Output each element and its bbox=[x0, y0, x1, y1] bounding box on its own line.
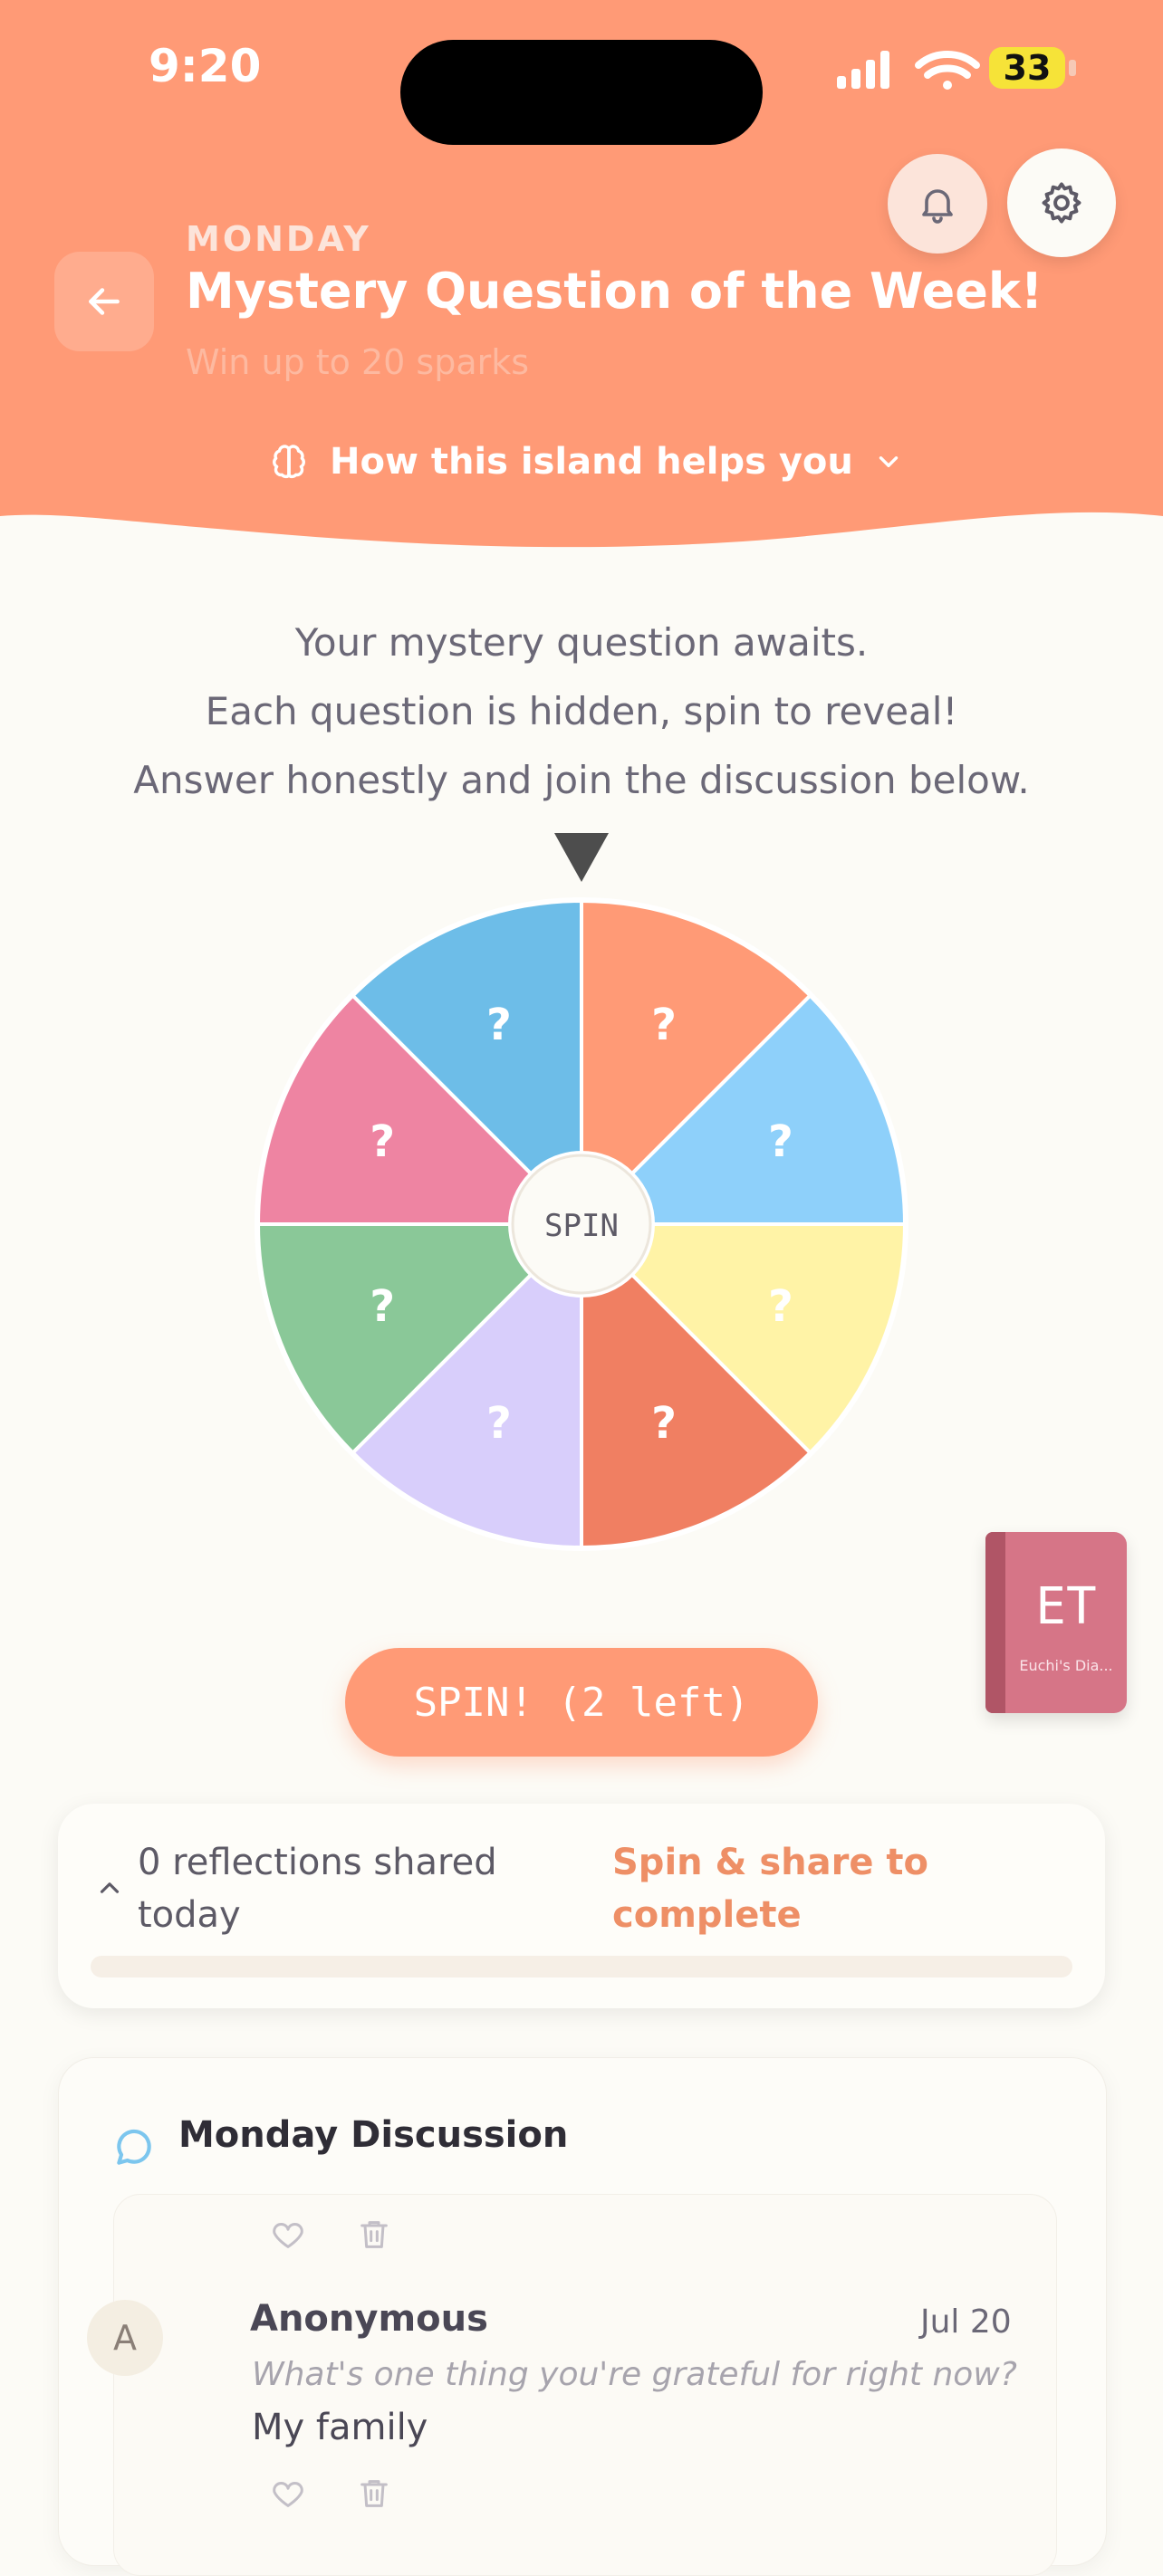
wheel-segment-label: ? bbox=[651, 1000, 677, 1050]
wheel-segment-label: ? bbox=[651, 1398, 677, 1449]
status-time: 9:20 bbox=[149, 40, 262, 92]
back-arrow-icon bbox=[89, 288, 120, 315]
chevron-down-icon bbox=[879, 456, 899, 467]
wheel-segment-label: ? bbox=[486, 1398, 512, 1449]
post-answer: My family bbox=[252, 2407, 428, 2448]
header: 9:20 33 MONDAY Mystery Question of the W… bbox=[0, 0, 1163, 552]
progress-track bbox=[91, 1956, 1072, 1977]
bell-icon bbox=[922, 189, 953, 224]
mystery-wheel[interactable]: ???????? SPIN bbox=[251, 826, 912, 1577]
heart-icon[interactable] bbox=[270, 2217, 306, 2253]
diary-book-button[interactable]: ET Euchi's Dia... bbox=[985, 1532, 1127, 1713]
wheel-segment-label: ? bbox=[486, 1000, 512, 1050]
dynamic-island bbox=[400, 40, 763, 145]
how-island-helps-label: How this island helps you bbox=[330, 441, 853, 483]
wheel-center-label: SPIN bbox=[544, 1208, 619, 1244]
signal-icon bbox=[837, 51, 889, 89]
brain-icon bbox=[273, 445, 305, 479]
page-subtitle: Win up to 20 sparks bbox=[186, 342, 530, 382]
book-name: Euchi's Dia... bbox=[1019, 1657, 1113, 1674]
intro-line: Each question is hidden, spin to reveal! bbox=[205, 689, 958, 733]
avatar: A bbox=[87, 2300, 163, 2376]
discussion-title: Monday Discussion bbox=[178, 2114, 569, 2156]
notifications-button[interactable] bbox=[888, 154, 987, 254]
post-author: Anonymous bbox=[250, 2298, 488, 2340]
battery-cap bbox=[1069, 60, 1076, 76]
page-title: Mystery Question of the Week! bbox=[186, 263, 1043, 320]
post-question: What's one thing you're grateful for rig… bbox=[252, 2356, 1017, 2393]
completion-status: Spin & share to complete bbox=[612, 1842, 929, 1936]
gear-icon bbox=[1042, 182, 1081, 224]
intro-line: Your mystery question awaits. bbox=[294, 620, 869, 665]
post-date: Jul 20 bbox=[920, 2303, 1012, 2341]
wheel-segment-label: ? bbox=[768, 1116, 793, 1167]
wheel-segment-label: ? bbox=[370, 1281, 395, 1332]
wifi-icon bbox=[915, 51, 980, 90]
wheel-segment-label: ? bbox=[768, 1281, 793, 1332]
chevron-up-icon[interactable] bbox=[94, 1872, 125, 1903]
book-spine bbox=[985, 1532, 1005, 1713]
book-initials: ET bbox=[1035, 1577, 1097, 1636]
chat-bubble-icon bbox=[117, 2129, 151, 2165]
wheel-center-button[interactable]: SPIN bbox=[508, 1151, 655, 1298]
battery-level: 33 bbox=[989, 47, 1065, 89]
how-island-helps-toggle[interactable]: How this island helps you bbox=[268, 435, 904, 489]
reflections-count: 0 reflections shared today bbox=[138, 1842, 497, 1936]
reflections-progress-card[interactable]: 0 reflections shared today Spin & share … bbox=[58, 1804, 1105, 2008]
trash-icon[interactable] bbox=[356, 2475, 392, 2512]
day-label: MONDAY bbox=[186, 219, 371, 259]
intro-text: Your mystery question awaits. Each quest… bbox=[0, 608, 1163, 815]
wheel-pointer bbox=[554, 833, 609, 882]
intro-line: Answer honestly and join the discussion … bbox=[133, 758, 1030, 802]
back-button[interactable] bbox=[54, 252, 154, 351]
settings-button[interactable] bbox=[1007, 148, 1116, 257]
trash-icon[interactable] bbox=[356, 2217, 392, 2253]
spin-button[interactable]: SPIN! (2 left) bbox=[345, 1648, 818, 1757]
wheel-segment-label: ? bbox=[370, 1116, 395, 1167]
heart-icon[interactable] bbox=[270, 2475, 306, 2512]
